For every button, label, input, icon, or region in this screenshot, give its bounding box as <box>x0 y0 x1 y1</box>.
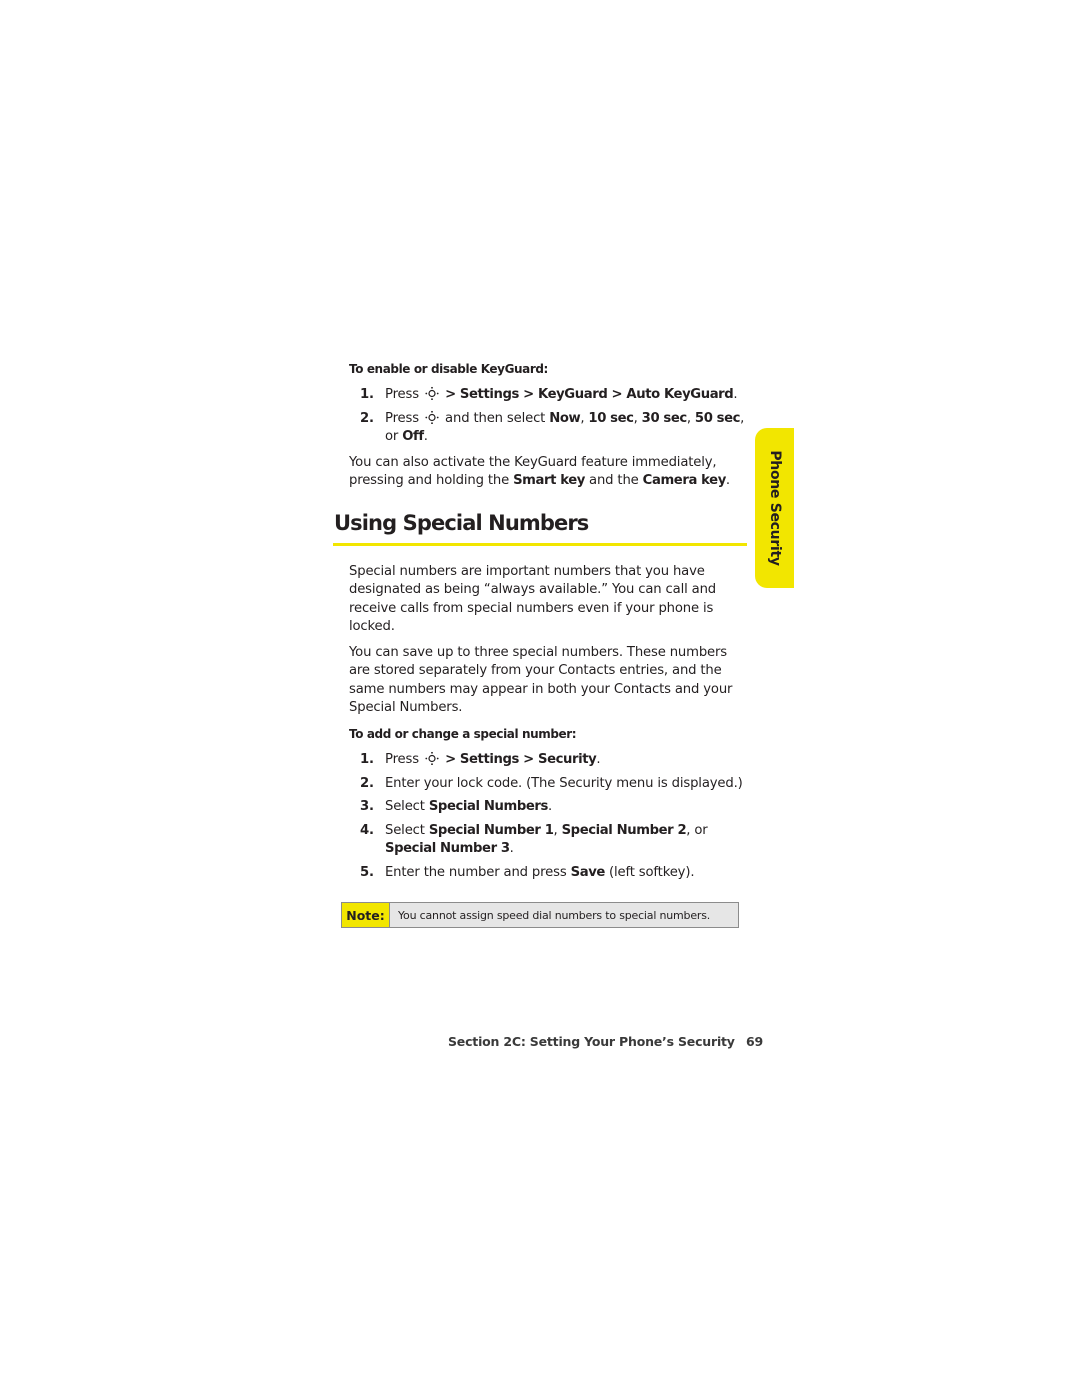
step-end: (left softkey). <box>604 865 695 880</box>
step-number: 3. <box>360 799 374 814</box>
keyguard-step-1: 1. Press > Settings > KeyGuard > Auto Ke… <box>360 386 745 404</box>
keyguard-paragraph: You can also activate the KeyGuard featu… <box>349 454 749 491</box>
note-text: You cannot assign speed dial numbers to … <box>398 908 711 922</box>
step-text: Enter the number and press <box>385 865 571 880</box>
menu-item: Special Number 1 <box>428 823 554 838</box>
note-label: Note: <box>342 903 390 927</box>
step-number: 1. <box>360 752 374 767</box>
navigation-key-icon <box>425 386 439 400</box>
special-step-2: 2. Enter your lock code. (The Security m… <box>360 775 745 793</box>
step-text: and then select <box>441 411 550 426</box>
heading-rule <box>333 543 747 546</box>
step-text: Select <box>385 799 429 814</box>
separator: , <box>686 411 695 426</box>
special-step-3: 3. Select Special Numbers. <box>360 798 745 816</box>
step-text: Select <box>385 823 429 838</box>
camera-key-label: Camera key <box>642 473 727 489</box>
navigation-key-icon <box>425 410 439 424</box>
separator: , <box>633 411 642 426</box>
separator: , <box>553 823 562 838</box>
paragraph-text: . <box>725 473 730 489</box>
step-text: Press <box>385 411 419 426</box>
section-tab: Phone Security <box>755 428 794 588</box>
page-title: Using Special Numbers <box>334 511 589 535</box>
note-box: Note: You cannot assign speed dial numbe… <box>341 902 739 928</box>
menu-item: Special Number 3 <box>385 841 510 857</box>
navigation-key-icon <box>425 751 439 765</box>
softkey-label: Save <box>570 865 606 880</box>
step-number: 5. <box>360 865 374 880</box>
details-paragraph: You can save up to three special numbers… <box>349 645 733 716</box>
step-number: 2. <box>360 776 374 791</box>
paragraph-text: and the <box>584 473 643 489</box>
menu-item: Special Numbers <box>428 799 549 814</box>
separator: , or <box>686 823 708 838</box>
step-number: 1. <box>360 387 374 402</box>
step-text: Press <box>385 752 419 767</box>
option-10sec: 10 sec <box>588 411 634 426</box>
step-end: . <box>423 429 428 445</box>
step-number: 4. <box>360 823 374 838</box>
option-now: Now <box>549 411 581 426</box>
step-end: . <box>733 387 738 402</box>
special-number-subheading: To add or change a special number: <box>349 727 577 741</box>
footer-section-title: Section 2C: Setting Your Phone’s Securit… <box>448 1034 735 1049</box>
smart-key-label: Smart key <box>513 473 585 489</box>
special-step-1: 1. Press > Settings > Security. <box>360 751 745 769</box>
special-step-5: 5. Enter the number and press Save (left… <box>360 864 745 882</box>
special-step-4: 4. Select Special Number 1, Special Numb… <box>360 822 745 859</box>
page-number: 69 <box>746 1034 763 1049</box>
menu-path: > Settings > KeyGuard > Auto KeyGuard <box>445 387 734 402</box>
option-off: Off <box>402 429 424 445</box>
step-end: . <box>596 752 601 767</box>
step-text: Press <box>385 387 419 402</box>
menu-path: > Settings > Security <box>445 752 597 767</box>
intro-paragraph: Special numbers are important numbers th… <box>349 564 717 635</box>
section-tab-label: Phone Security <box>766 450 783 566</box>
step-end: . <box>547 799 553 814</box>
step-text: Enter your lock code. (The Security menu… <box>385 776 743 791</box>
step-number: 2. <box>360 411 374 426</box>
keyguard-step-2: 2. Press and then select Now, 10 sec, 30… <box>360 410 745 447</box>
keyguard-subheading: To enable or disable KeyGuard: <box>349 362 548 376</box>
step-end: . <box>509 841 514 857</box>
option-50sec: 50 sec <box>694 411 741 426</box>
menu-item: Special Number 2 <box>561 823 687 838</box>
option-30sec: 30 sec <box>641 411 688 426</box>
